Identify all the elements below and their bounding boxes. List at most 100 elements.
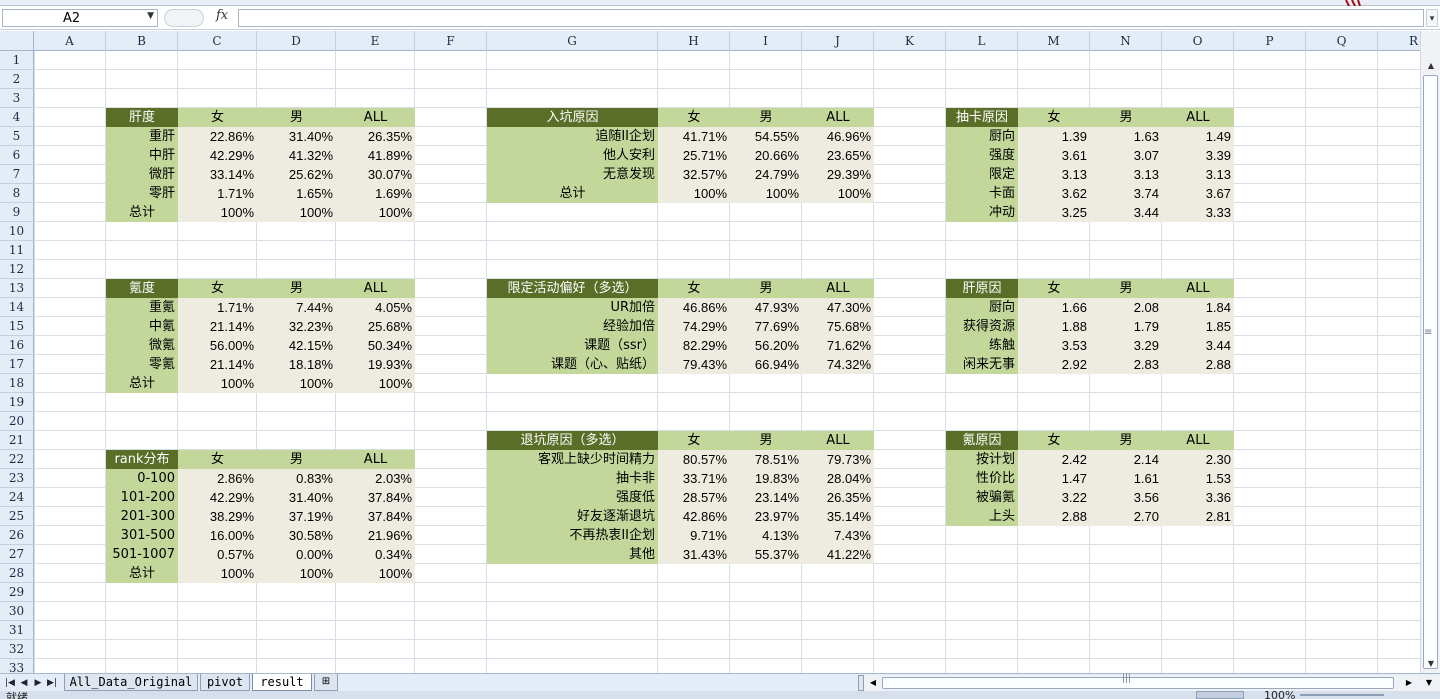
ganyuanyin-row-label[interactable]: 练触 [946,336,1018,355]
zoom-level[interactable]: 100% [1264,691,1295,699]
rukeng-value-cell[interactable]: 24.79% [730,165,802,184]
kedu-header-cell[interactable]: ALL [336,279,415,298]
tuikeng-value-cell[interactable]: 23.14% [730,488,802,507]
rank-row-label[interactable]: 501-1007 [106,545,178,564]
ganyuanyin-header-cell[interactable]: 男 [1090,279,1162,298]
scroll-end-icon[interactable]: ▼ [1420,675,1438,691]
ganyuanyin-value-cell[interactable]: 1.85 [1162,317,1234,336]
chouka-row-label[interactable]: 厨向 [946,127,1018,146]
column-header-m[interactable]: M [1018,31,1090,51]
chouka-value-cell[interactable]: 3.39 [1162,146,1234,165]
tuikeng-header-cell[interactable]: 女 [658,431,730,450]
xianding-value-cell[interactable]: 56.20% [730,336,802,355]
chouka-header-cell[interactable]: ALL [1162,108,1234,127]
ganyuanyin-row-label[interactable]: 闲来无事 [946,355,1018,374]
xianding-row-label[interactable]: 课题（ssr） [487,336,658,355]
cell-area[interactable]: 肝度女男 ALL 重肝 22.86% 31.40% 26.35% 中肝 42.29% 41.32… [34,51,1420,673]
row-header-5[interactable]: 5 [0,127,34,146]
chouka-value-cell[interactable]: 3.13 [1018,165,1090,184]
tuikeng-value-cell[interactable]: 31.43% [658,545,730,564]
xianding-value-cell[interactable]: 71.62% [802,336,874,355]
kedu-value-cell[interactable]: 56.00% [178,336,257,355]
rank-value-cell[interactable]: 30.58% [257,526,336,545]
rank-value-cell[interactable]: 42.29% [178,488,257,507]
row-header-13[interactable]: 13 [0,279,34,298]
tuikeng-value-cell[interactable]: 33.71% [658,469,730,488]
tuikeng-value-cell[interactable]: 35.14% [802,507,874,526]
chouka-header-cell[interactable]: 抽卡原因 [946,108,1018,127]
tuikeng-value-cell[interactable]: 41.22% [802,545,874,564]
rank-value-cell[interactable]: 2.86% [178,469,257,488]
tab-all-data-original[interactable]: All_Data_Original [64,674,198,691]
kedu-value-cell[interactable]: 19.93% [336,355,415,374]
row-header-18[interactable]: 18 [0,374,34,393]
row-header-6[interactable]: 6 [0,146,34,165]
tuikeng-header-cell[interactable]: 男 [730,431,802,450]
column-header-j[interactable]: J [802,31,874,51]
rank-value-cell[interactable]: 0.00% [257,545,336,564]
row-header-21[interactable]: 21 [0,431,34,450]
gandu-value-cell[interactable]: 33.14% [178,165,257,184]
prev-sheet-icon[interactable]: ◀ [18,675,30,691]
row-header-19[interactable]: 19 [0,393,34,412]
tuikeng-row-label[interactable]: 好友逐渐退坑 [487,507,658,526]
chouka-value-cell[interactable]: 3.13 [1162,165,1234,184]
row-header-20[interactable]: 20 [0,412,34,431]
row-header-29[interactable]: 29 [0,583,34,602]
view-buttons[interactable] [1196,691,1244,699]
row-header-3[interactable]: 3 [0,89,34,108]
kedu-row-label[interactable]: 微氪 [106,336,178,355]
chouka-value-cell[interactable]: 3.25 [1018,203,1090,222]
keyuanyin-row-label[interactable]: 被骗氪 [946,488,1018,507]
row-header-31[interactable]: 31 [0,621,34,640]
keyuanyin-row-label[interactable]: 性价比 [946,469,1018,488]
kedu-row-label[interactable]: 零氪 [106,355,178,374]
gandu-row-label[interactable]: 总计 [106,203,178,222]
gandu-row-label[interactable]: 零肝 [106,184,178,203]
rukeng-value-cell[interactable]: 32.57% [658,165,730,184]
column-header-p[interactable]: P [1234,31,1306,51]
keyuanyin-value-cell[interactable]: 3.36 [1162,488,1234,507]
rank-value-cell[interactable]: 100% [257,564,336,583]
rukeng-value-cell[interactable]: 41.71% [658,127,730,146]
rank-row-label[interactable]: 201-300 [106,507,178,526]
row-header-30[interactable]: 30 [0,602,34,621]
kedu-value-cell[interactable]: 25.68% [336,317,415,336]
rukeng-value-cell[interactable]: 46.96% [802,127,874,146]
tuikeng-row-label[interactable]: 其他 [487,545,658,564]
ganyuanyin-value-cell[interactable]: 1.66 [1018,298,1090,317]
rukeng-value-cell[interactable]: 29.39% [802,165,874,184]
ganyuanyin-value-cell[interactable]: 3.29 [1090,336,1162,355]
keyuanyin-header-cell[interactable]: 氪原因 [946,431,1018,450]
rank-row-label[interactable]: 301-500 [106,526,178,545]
keyuanyin-value-cell[interactable]: 2.88 [1018,507,1090,526]
ganyuanyin-header-cell[interactable]: 女 [1018,279,1090,298]
name-box[interactable]: A2 ▼ [2,9,158,27]
chouka-value-cell[interactable]: 3.33 [1162,203,1234,222]
kedu-value-cell[interactable]: 42.15% [257,336,336,355]
rank-value-cell[interactable]: 31.40% [257,488,336,507]
kedu-value-cell[interactable]: 7.44% [257,298,336,317]
rukeng-value-cell[interactable]: 54.55% [730,127,802,146]
row-header-4[interactable]: 4 [0,108,34,127]
rank-header-cell[interactable]: rank分布 [106,450,178,469]
xianding-row-label[interactable]: 经验加倍 [487,317,658,336]
column-header-a[interactable]: A [34,31,106,51]
kedu-header-cell[interactable]: 女 [178,279,257,298]
chouka-value-cell[interactable]: 3.07 [1090,146,1162,165]
gandu-value-cell[interactable]: 41.32% [257,146,336,165]
keyuanyin-value-cell[interactable]: 1.53 [1162,469,1234,488]
row-header-16[interactable]: 16 [0,336,34,355]
rukeng-value-cell[interactable]: 23.65% [802,146,874,165]
xianding-value-cell[interactable]: 66.94% [730,355,802,374]
ganyuanyin-value-cell[interactable]: 1.88 [1018,317,1090,336]
chouka-value-cell[interactable]: 1.63 [1090,127,1162,146]
rank-value-cell[interactable]: 0.34% [336,545,415,564]
tuikeng-row-label[interactable]: 不再热衷II企划 [487,526,658,545]
rank-header-cell[interactable]: 男 [257,450,336,469]
gandu-value-cell[interactable]: 100% [178,203,257,222]
vertical-scroll-thumb[interactable] [1423,75,1438,669]
gandu-row-label[interactable]: 微肝 [106,165,178,184]
gandu-value-cell[interactable]: 1.65% [257,184,336,203]
xianding-value-cell[interactable]: 75.68% [802,317,874,336]
